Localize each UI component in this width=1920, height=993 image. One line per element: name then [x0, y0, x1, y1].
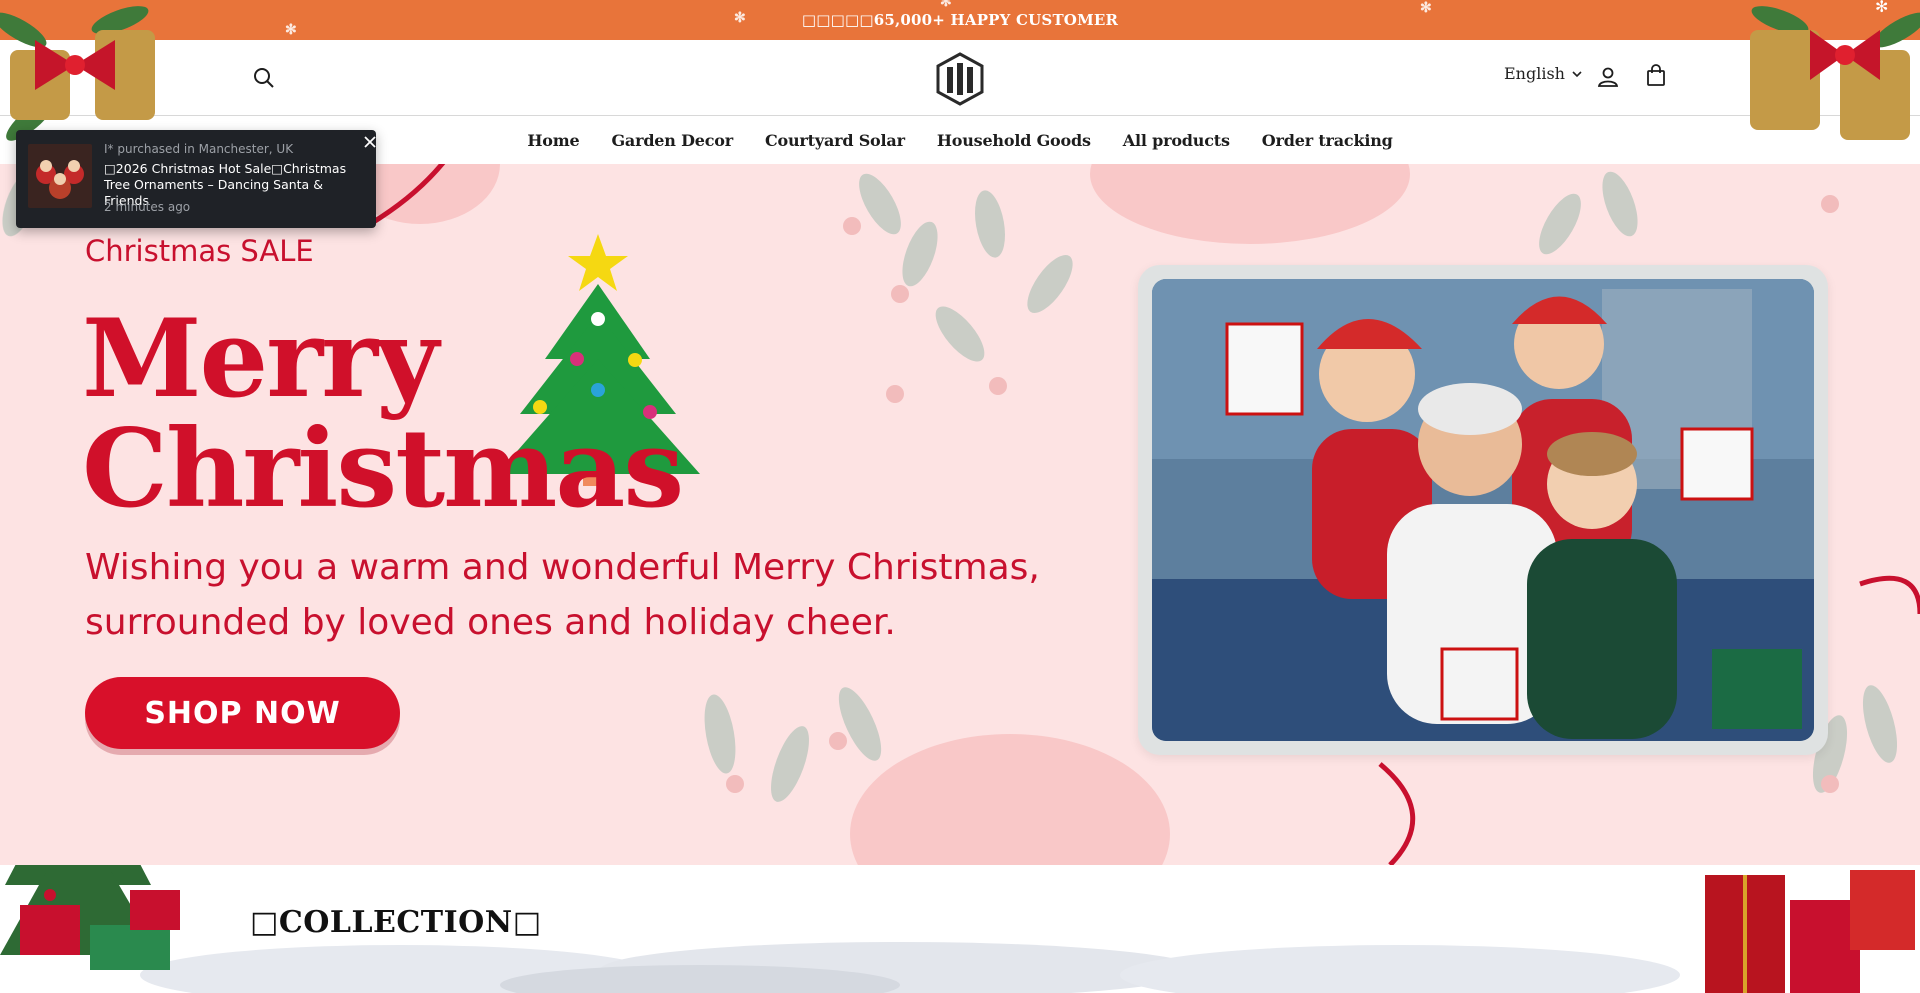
- purchase-time: 2 minutes ago: [104, 200, 191, 214]
- nav-item-garden-decor[interactable]: Garden Decor: [611, 131, 733, 150]
- language-selector[interactable]: English: [1504, 64, 1583, 83]
- nav-item-household-goods[interactable]: Household Goods: [937, 131, 1091, 150]
- hero-subtitle: Wishing you a warm and wonderful Merry C…: [85, 547, 1040, 643]
- nav-item-courtyard-solar[interactable]: Courtyard Solar: [765, 131, 905, 150]
- family-photo-frame: [1138, 265, 1828, 755]
- snowflake-icon: ✻: [1420, 0, 1432, 16]
- hero-title: Merry Christmas: [82, 296, 684, 532]
- collection-section: □COLLECTION□: [0, 865, 1920, 993]
- hero-sale-label: Christmas SALE: [85, 234, 314, 268]
- buyer-location: I* purchased in Manchester, UK: [104, 142, 294, 156]
- shop-now-button[interactable]: SHOP NOW: [85, 677, 400, 749]
- purchase-notification[interactable]: I* purchased in Manchester, UK □2026 Chr…: [16, 130, 376, 228]
- store-logo[interactable]: [935, 52, 985, 106]
- christmas-tree-decoration: [0, 865, 180, 970]
- close-icon[interactable]: [362, 134, 378, 150]
- chevron-down-icon: [1572, 70, 1582, 77]
- hero-title-line2: Christmas: [82, 406, 684, 532]
- announcement-text: □□□□□65,000+ HAPPY CUSTOMER: [801, 11, 1119, 29]
- user-icon[interactable]: [1596, 65, 1620, 89]
- announcement-bar: ✻ ✻ ✻ ✻ □□□□□65,000+ HAPPY CUSTOMER: [0, 0, 1920, 40]
- nav-item-home[interactable]: Home: [527, 131, 579, 150]
- snow-decoration: [140, 942, 1680, 993]
- hero-title-line1: Merry: [82, 296, 439, 422]
- nav-item-order-tracking[interactable]: Order tracking: [1262, 131, 1393, 150]
- language-label: English: [1504, 64, 1565, 83]
- family-christmas-photo: [1152, 279, 1814, 741]
- christmas-bell-decoration: ✻: [1750, 0, 1920, 140]
- shopping-bag-icon[interactable]: [1644, 64, 1668, 88]
- gift-boxes-decoration: [1705, 870, 1915, 993]
- collection-title: □COLLECTION□: [250, 905, 542, 940]
- nav-item-all-products[interactable]: All products: [1123, 131, 1230, 150]
- product-thumbnail: [28, 144, 92, 208]
- hero-banner[interactable]: Christmas SALE Merry Christmas Wishing y…: [0, 164, 1920, 865]
- snowflake-icon: ✻: [734, 10, 746, 26]
- site-header: English: [0, 40, 1920, 116]
- svg-text:✻: ✻: [1875, 0, 1888, 16]
- snowflake-icon: ✻: [285, 22, 297, 38]
- snowflake-icon: ✻: [940, 0, 952, 10]
- search-icon[interactable]: [252, 66, 276, 90]
